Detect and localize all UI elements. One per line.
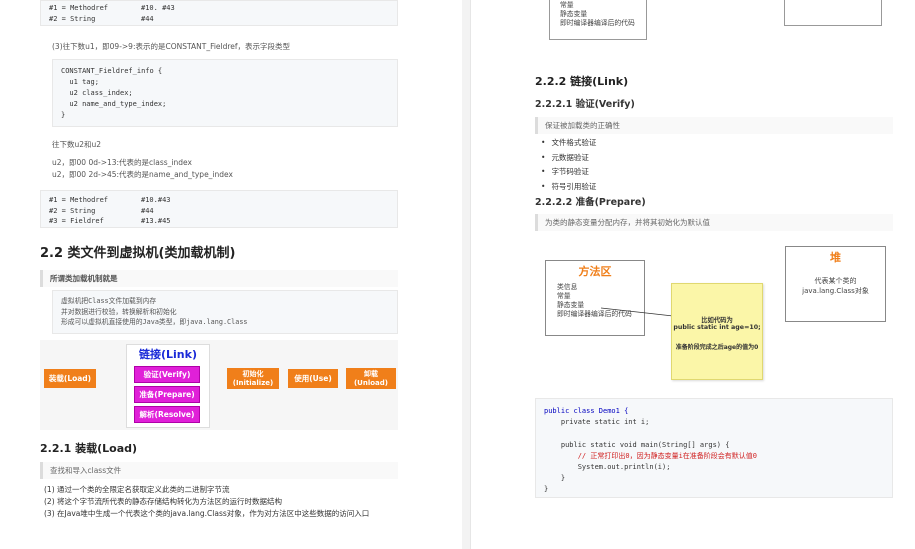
code-row: #2 = String #44: [49, 206, 389, 217]
heap-title: 堆: [830, 251, 841, 264]
method-area-title: 方法区: [578, 265, 612, 278]
right-page: 常量 静态变量 即时编译器编译后的代码 2.2.2 链接(Link) 2.2.2…: [470, 0, 915, 549]
quote-prepare: 为类的静态变量分配内存，并将其初始化为默认值: [535, 214, 893, 231]
load-step-2: (2) 将这个字节流所代表的静态存储结构转化为方法区的运行时数据结构: [44, 497, 283, 506]
lifecycle-diagram: 链接(Link) 装载(Load) 验证(Verify) 准备(Prepare)…: [40, 340, 398, 430]
initialize-box: 初始化 (Initialize): [227, 368, 279, 389]
para-class-index: u2，即00 0d->13:代表的是class_index: [52, 158, 192, 167]
code-cell: #10.#43: [141, 196, 171, 204]
code-line-5: System.out.println(i);: [544, 462, 884, 473]
prepare-box: 准备(Prepare): [134, 386, 200, 403]
desc-line: 虚拟机把Class文件加载到内存: [61, 297, 157, 305]
code-comment: // 正常打印出0，因为静态变量i在准备阶段会有默认值0: [544, 451, 758, 460]
load-step-3: (3) 在Java堆中生成一个代表这个类的java.lang.Class对象，作…: [44, 509, 370, 518]
code-line-4: // 正常打印出0，因为静态变量i在准备阶段会有默认值0: [544, 451, 884, 462]
load-step-1: (1) 通过一个类的全限定名获取定义此类的二进制字节流: [44, 485, 230, 494]
code-cell: #1 = Methodref: [49, 4, 109, 12]
list-item: 符号引用验证: [541, 181, 596, 192]
code-text: }: [544, 474, 566, 483]
verify-list: 文件格式验证 元数据验证 字节码验证 符号引用验证: [541, 137, 596, 195]
load-box: 装载(Load): [44, 369, 96, 388]
code-text: System.out.println(i);: [544, 463, 671, 472]
code-cell: #44: [141, 206, 154, 215]
code-text: }: [544, 485, 549, 494]
page-gutter: [462, 0, 470, 549]
quote-class-loading: 所谓类加载机制就是: [40, 270, 398, 287]
resolve-box: 解析(Resolve): [134, 406, 200, 423]
section-title-verify: 2.2.2.1 验证(Verify): [535, 99, 635, 110]
code-cell: #10. #43: [141, 4, 175, 12]
section-title-link: 2.2.2 链接(Link): [535, 75, 629, 88]
note-connector: [601, 307, 674, 317]
note-line-3: 准备阶段完成之后age的值为0: [675, 344, 759, 351]
section-title-load: 2.2.1 装载(Load): [40, 442, 138, 455]
code-text: public class Demo1 {: [544, 407, 629, 415]
sticky-note: [671, 283, 763, 380]
top-heap-box: [784, 0, 882, 26]
desc-line: 并对数据进行校验，转换解析和初始化: [61, 307, 177, 316]
quote-verify: 保证被加载类的正确性: [535, 117, 893, 134]
top-constant-pool-code: #1 = Methodref #10. #43 #2 = String #44: [40, 0, 398, 26]
list-item: 元数据验证: [541, 152, 596, 163]
top-method-area-box: 常量 静态变量 即时编译器编译后的代码: [549, 0, 647, 40]
code-line: }: [61, 111, 66, 119]
code-line-1: public class Demo1 {: [544, 406, 884, 417]
use-box: 使用(Use): [288, 369, 338, 388]
note-line-2: public static int age=10;: [673, 324, 761, 331]
para-name-type-index: u2，即00 2d->45:代表的是name_and_type_index: [52, 170, 233, 179]
code-row: #2 = String #44: [49, 14, 389, 25]
struct-code-block: CONSTANT_Fieldref_info { u1 tag; u2 clas…: [52, 59, 398, 127]
code-row: #1 = Methodref #10.#43: [49, 195, 389, 206]
code-cell: #2 = String: [49, 14, 96, 23]
mid-constant-pool-code: #1 = Methodref #10.#43 #2 = String #44 #3 …: [40, 190, 398, 228]
verify-box: 验证(Verify): [134, 366, 200, 383]
code-cell: #13.#45: [141, 217, 171, 225]
code-line-6: }: [544, 473, 884, 484]
unload-box: 卸载 (Unload): [346, 368, 396, 389]
code-text: public static void main(String[] args) {: [544, 440, 730, 449]
code-text: private static int i;: [544, 418, 650, 427]
quote-load: 查找和导入class文件: [40, 462, 398, 479]
code-cell: #3 = Fieldref: [49, 217, 104, 225]
code-line: u2 class_index;: [61, 89, 133, 97]
code-cell: #44: [141, 14, 154, 23]
para-constant-fieldref: (3)往下数u1，即09->9:表示的是CONSTANT_Fieldref，表示…: [52, 42, 291, 51]
demo-code-block: public class Demo1 { private static int …: [535, 398, 893, 498]
class-loading-desc: 虚拟机把Class文件加载到内存 并对数据进行校验，转换解析和初始化 形成可以虚…: [52, 290, 398, 334]
list-item: 文件格式验证: [541, 137, 596, 148]
section-title-class-loading: 2.2 类文件到虚拟机(类加载机制): [40, 246, 236, 261]
code-row: #3 = Fieldref #13.#45: [49, 216, 389, 227]
code-line-7: }: [544, 484, 884, 495]
heap-line-2: java.lang.Class对象: [802, 287, 869, 295]
code-line-2: private static int i;: [544, 417, 884, 428]
code-line-3: public static void main(String[] args) {: [544, 440, 884, 451]
section-title-prepare: 2.2.2.2 准备(Prepare): [535, 197, 646, 208]
code-line: u1 tag;: [61, 78, 99, 86]
desc-line: 形成可以虚拟机直接使用的Java类型，即java.lang.Class: [61, 318, 248, 326]
code-cell: #1 = Methodref: [49, 196, 109, 204]
link-title: 链接(Link): [139, 348, 197, 361]
method-area-line: 类信息: [557, 283, 578, 291]
code-line: CONSTANT_Fieldref_info {: [61, 67, 163, 75]
left-page: #1 = Methodref #10. #43 #2 = String #44 (3…: [0, 0, 462, 549]
list-item: 字节码验证: [541, 166, 596, 177]
note-line-1: 比如代码为: [701, 317, 733, 324]
code-row: #1 = Methodref #10. #43: [49, 3, 389, 14]
code-cell: #2 = String: [49, 206, 96, 215]
para-u2: 往下数u2和u2: [52, 140, 102, 149]
code-line: u2 name_and_type_index;: [61, 100, 167, 108]
box-line: 常量: [560, 1, 574, 9]
heap-line-1: 代表某个类的: [814, 277, 857, 285]
box-line: 即时编译器编译后的代码: [560, 19, 635, 27]
box-line: 静态变量: [560, 10, 588, 18]
